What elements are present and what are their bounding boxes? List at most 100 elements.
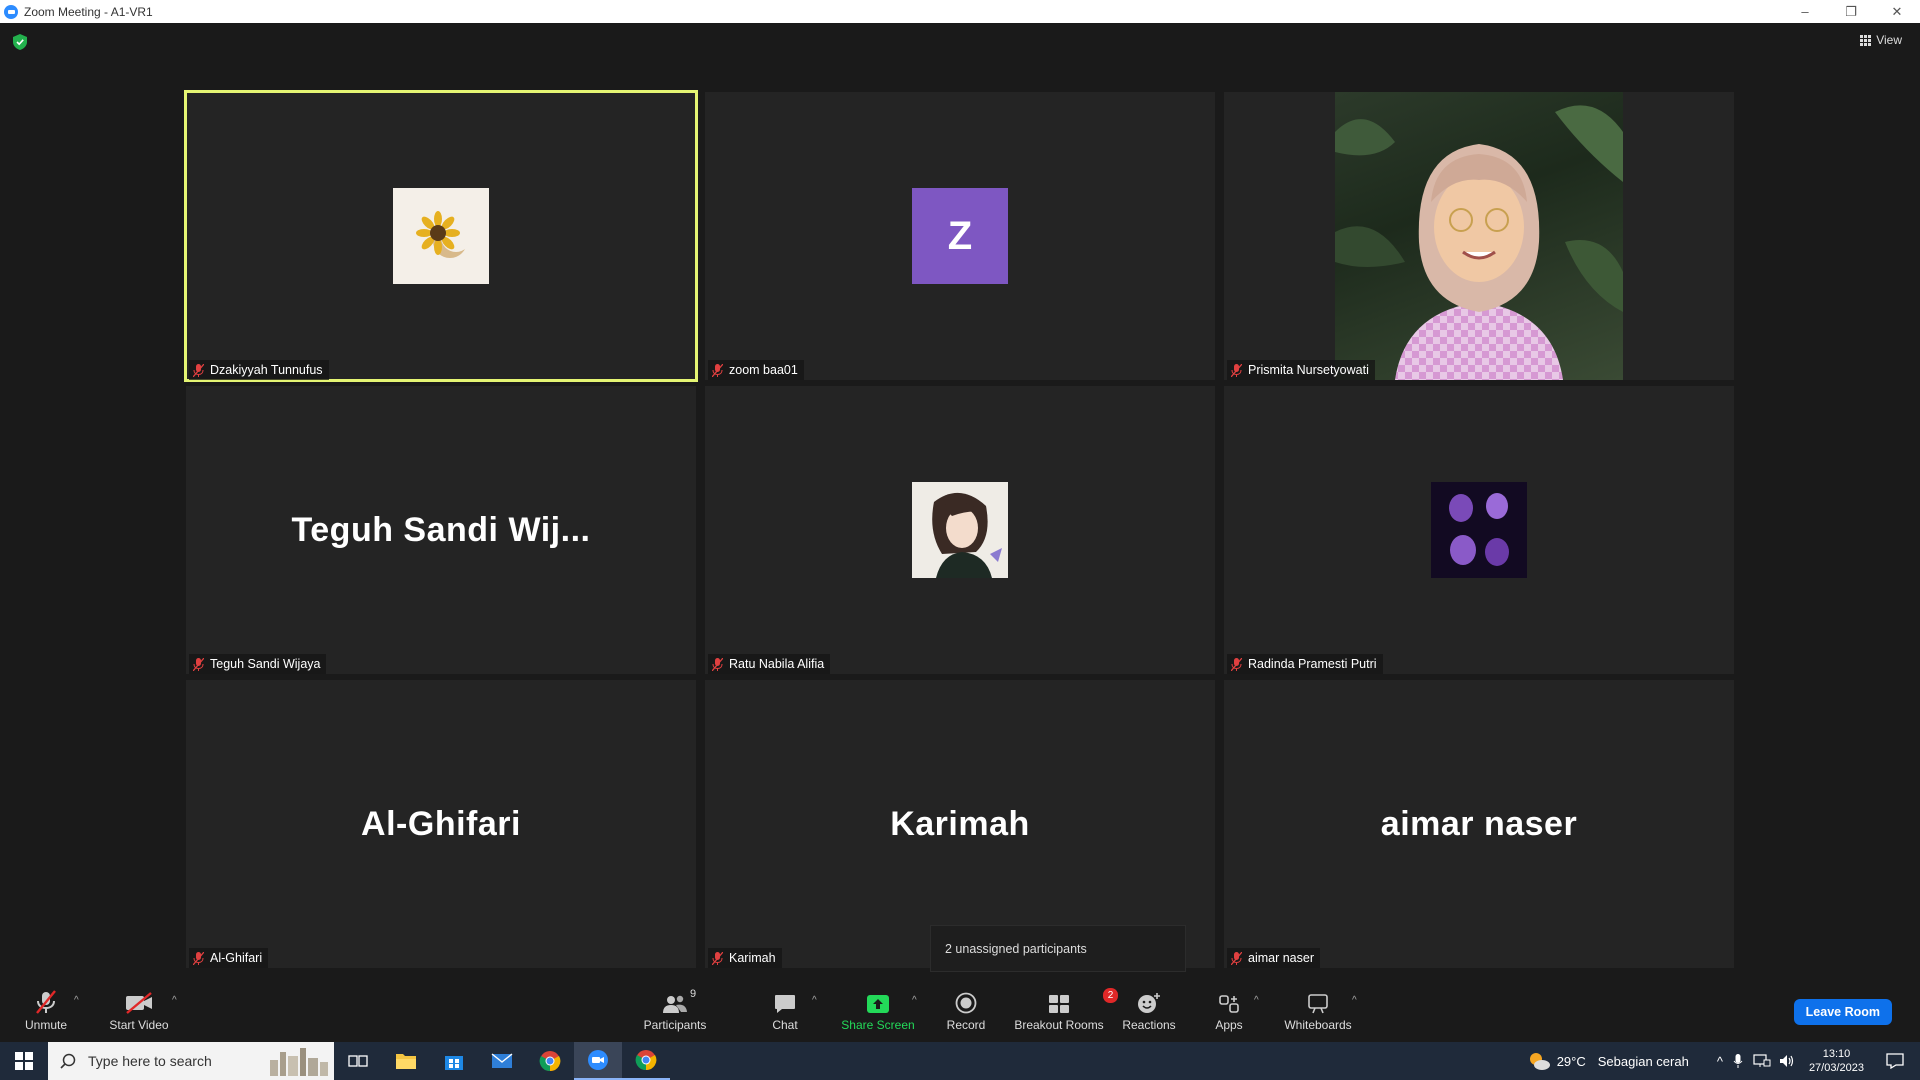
zoom-app-icon xyxy=(588,1050,608,1070)
participant-tile[interactable]: aimar naser aimar naser xyxy=(1224,680,1734,968)
windows-taskbar: Type here to search 29°C Sebagian cerah … xyxy=(0,1042,1920,1080)
participants-count: 9 xyxy=(690,987,697,1000)
mic-muted-icon xyxy=(193,657,204,671)
file-explorer-icon xyxy=(396,1054,416,1069)
view-label: View xyxy=(1876,33,1902,47)
participant-tile[interactable]: Ratu Nabila Alifia xyxy=(705,386,1215,674)
whiteboards-button[interactable]: Whiteboards xyxy=(1282,977,1354,1042)
volume-icon[interactable] xyxy=(1779,1054,1795,1068)
avatar xyxy=(1431,482,1527,578)
record-button[interactable]: Record xyxy=(942,977,990,1042)
store-icon xyxy=(445,1056,463,1070)
minimize-button[interactable]: – xyxy=(1782,0,1828,23)
breakout-rooms-badge: 2 xyxy=(1103,987,1118,1003)
restore-button[interactable]: ❐ xyxy=(1828,0,1874,23)
clock-date: 27/03/2023 xyxy=(1808,1062,1864,1074)
participant-name-label: aimar naser xyxy=(1227,948,1320,968)
participant-tile[interactable]: Teguh Sandi Wij... Teguh Sandi Wijaya xyxy=(186,386,696,674)
meeting-toolbar: Unmute ^ Start Video ^ 9 Participants Ch… xyxy=(0,977,1920,1042)
grid-view-icon xyxy=(1860,34,1872,46)
mic-muted-icon xyxy=(36,989,56,1014)
network-icon[interactable] xyxy=(1753,1054,1771,1068)
share-screen-icon xyxy=(867,994,889,1013)
participants-button[interactable]: 9 Participants xyxy=(638,977,712,1042)
windows-logo-icon xyxy=(15,1052,33,1070)
participant-name-label: Radinda Pramesti Putri xyxy=(1227,654,1383,674)
mail-button[interactable] xyxy=(478,1042,526,1080)
participant-display-name: aimar naser xyxy=(1380,804,1578,843)
share-options-chevron-icon[interactable]: ^ xyxy=(912,995,917,1006)
participant-tile[interactable]: Prismita Nursetyowati xyxy=(1224,92,1734,380)
search-placeholder: Type here to search xyxy=(88,1053,212,1069)
participant-video-image xyxy=(1335,105,1623,380)
weather-widget[interactable]: 29°C Sebagian cerah xyxy=(1527,1051,1689,1071)
participant-tile[interactable]: Radinda Pramesti Putri xyxy=(1224,386,1734,674)
unassigned-participants-tooltip: 2 unassigned participants xyxy=(930,925,1186,972)
title-bar: Zoom Meeting - A1-VR1 – ❐ ✕ xyxy=(0,0,1920,23)
leave-room-button[interactable]: Leave Room xyxy=(1793,999,1892,1025)
zoom-logo-icon xyxy=(4,4,18,19)
apps-icon xyxy=(1219,994,1239,1013)
system-clock[interactable]: 13:10 27/03/2023 xyxy=(1809,1047,1864,1075)
participant-tile[interactable]: Al-Ghifari Al-Ghifari xyxy=(186,680,696,968)
microphone-icon[interactable] xyxy=(1733,1053,1743,1069)
video-feed xyxy=(1335,92,1623,380)
apps-button[interactable]: Apps xyxy=(1206,977,1252,1042)
participant-display-name: Teguh Sandi Wij... xyxy=(291,510,591,549)
audio-options-chevron-icon[interactable]: ^ xyxy=(74,995,79,1006)
chat-button[interactable]: Chat xyxy=(760,977,810,1042)
sunflower-moon-avatar-icon xyxy=(416,211,471,258)
start-button[interactable] xyxy=(0,1042,48,1080)
participant-display-name: Karimah xyxy=(890,804,1030,843)
participant-display-name: Al-Ghifari xyxy=(361,804,521,843)
gallery-grid: Dzakiyyah Tunnufus Z zoom baa01 Prismita… xyxy=(184,90,1734,968)
mic-muted-icon xyxy=(1231,657,1242,671)
show-hidden-icons-chevron-icon[interactable]: ^ xyxy=(1717,1054,1723,1069)
window-controls: – ❐ ✕ xyxy=(1782,0,1920,23)
participant-name-label: Teguh Sandi Wijaya xyxy=(189,654,327,674)
chat-options-chevron-icon[interactable]: ^ xyxy=(812,995,817,1006)
mic-muted-icon xyxy=(193,951,204,965)
participant-name-label: Karimah xyxy=(708,948,782,968)
share-screen-button[interactable]: Share Screen xyxy=(838,977,918,1042)
participant-name-label: Prismita Nursetyowati xyxy=(1227,360,1375,380)
notification-center-icon[interactable] xyxy=(1886,1053,1904,1069)
task-view-button[interactable] xyxy=(334,1042,382,1080)
purple-collage-avatar-icon xyxy=(1449,493,1509,566)
chrome-icon xyxy=(539,1051,561,1072)
microsoft-store-button[interactable] xyxy=(430,1042,478,1080)
file-explorer-button[interactable] xyxy=(382,1042,430,1080)
task-view-icon xyxy=(348,1055,368,1067)
clock-time: 13:10 xyxy=(1822,1048,1851,1060)
weather-temperature: 29°C xyxy=(1556,1053,1586,1069)
start-video-button[interactable]: Start Video xyxy=(104,977,174,1042)
search-icon xyxy=(60,1053,76,1069)
meeting-area: View Dzakiyyah Tunnufus Z zoom baa01 Pri… xyxy=(0,23,1920,977)
whiteboard-options-chevron-icon[interactable]: ^ xyxy=(1352,995,1357,1006)
avatar xyxy=(393,188,489,284)
chat-icon xyxy=(775,994,795,1013)
breakout-rooms-button[interactable]: 2 Breakout Rooms xyxy=(1012,977,1118,1042)
partly-cloudy-icon xyxy=(1529,1053,1550,1070)
close-button[interactable]: ✕ xyxy=(1874,0,1920,23)
view-button[interactable]: View xyxy=(1860,33,1902,47)
mic-muted-icon xyxy=(712,951,723,965)
video-off-icon xyxy=(126,991,152,1014)
unmute-button[interactable]: Unmute xyxy=(16,977,76,1042)
video-options-chevron-icon[interactable]: ^ xyxy=(172,995,177,1006)
mail-icon xyxy=(491,1053,513,1068)
reactions-button[interactable]: Reactions xyxy=(1118,977,1180,1042)
participant-name-label: Ratu Nabila Alifia xyxy=(708,654,831,674)
participant-tile[interactable]: Dzakiyyah Tunnufus xyxy=(184,90,698,382)
apps-options-chevron-icon[interactable]: ^ xyxy=(1254,995,1259,1006)
chrome-active-button[interactable] xyxy=(622,1042,670,1080)
chrome-button[interactable] xyxy=(526,1042,574,1080)
mic-muted-icon xyxy=(1231,951,1242,965)
zoom-taskbar-button[interactable] xyxy=(574,1042,622,1080)
encryption-shield-icon[interactable] xyxy=(13,34,27,50)
weather-description: Sebagian cerah xyxy=(1597,1053,1689,1069)
participant-tile[interactable]: Z zoom baa01 xyxy=(705,92,1215,380)
mic-muted-icon xyxy=(193,363,204,377)
taskbar-search-box[interactable]: Type here to search xyxy=(48,1042,334,1080)
mic-muted-icon xyxy=(712,363,723,377)
